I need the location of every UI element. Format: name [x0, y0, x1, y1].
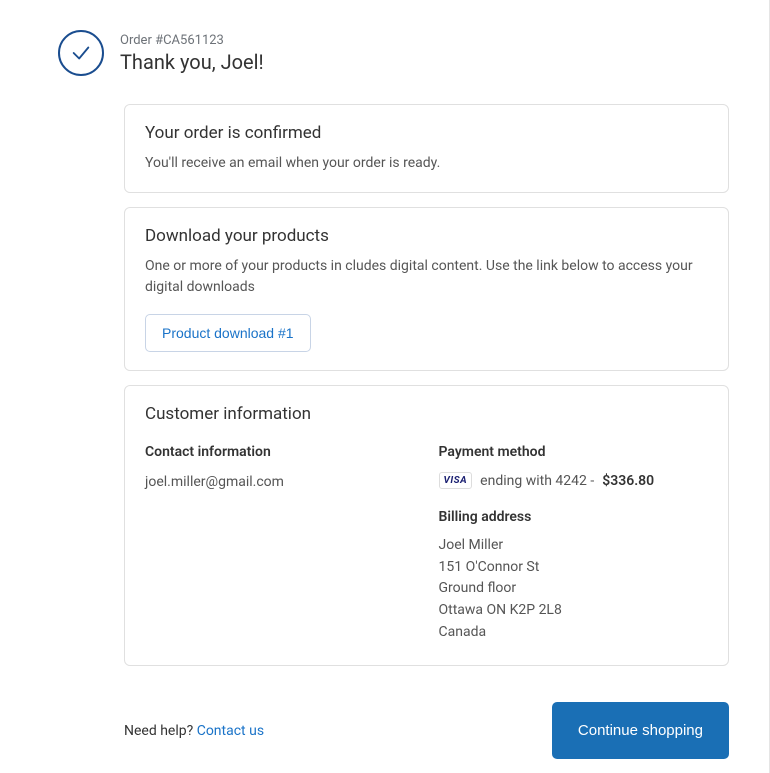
billing-address-label: Billing address — [439, 509, 709, 525]
checkmark-icon — [58, 30, 104, 76]
payment-ending-text: ending with 4242 - — [480, 473, 594, 489]
customer-info-title: Customer information — [145, 404, 708, 424]
billing-line-3: Ground floor — [439, 578, 709, 600]
download-title: Download your products — [145, 226, 708, 246]
contact-info-label: Contact information — [145, 444, 415, 460]
billing-line-4: Ottawa ON K2P 2L8 — [439, 600, 709, 622]
visa-icon: VISA — [439, 472, 473, 489]
order-header: Order #CA561123 Thank you, Joel! — [58, 30, 729, 76]
continue-shopping-button[interactable]: Continue shopping — [552, 702, 729, 759]
help-text: Need help? Contact us — [124, 723, 264, 739]
footer-row: Need help? Contact us Continue shopping — [124, 702, 729, 759]
payment-method-label: Payment method — [439, 444, 709, 460]
billing-line-2: 151 O'Connor St — [439, 557, 709, 579]
help-prefix: Need help? — [124, 723, 197, 739]
confirmation-body: You'll receive an email when your order … — [145, 153, 708, 174]
contact-us-link[interactable]: Contact us — [197, 723, 264, 739]
payment-line: VISA ending with 4242 - $336.80 — [439, 472, 709, 489]
billing-line-1: Joel Miller — [439, 535, 709, 557]
payment-amount: $336.80 — [602, 473, 654, 489]
billing-line-5: Canada — [439, 622, 709, 644]
download-card: Download your products One or more of yo… — [124, 207, 729, 371]
thank-you-text: Thank you, Joel! — [120, 50, 264, 74]
download-body: One or more of your products in cludes d… — [145, 256, 708, 298]
confirmation-card: Your order is confirmed You'll receive a… — [124, 104, 729, 193]
billing-block: Billing address Joel Miller 151 O'Connor… — [439, 509, 709, 643]
confirmation-title: Your order is confirmed — [145, 123, 708, 143]
contact-email: joel.miller@gmail.com — [145, 472, 415, 493]
contact-info-block: Contact information joel.miller@gmail.co… — [145, 444, 415, 643]
customer-info-card: Customer information Contact information… — [124, 385, 729, 666]
order-number: Order #CA561123 — [120, 33, 264, 48]
payment-block: Payment method VISA ending with 4242 - $… — [439, 444, 709, 643]
product-download-button[interactable]: Product download #1 — [145, 314, 311, 352]
